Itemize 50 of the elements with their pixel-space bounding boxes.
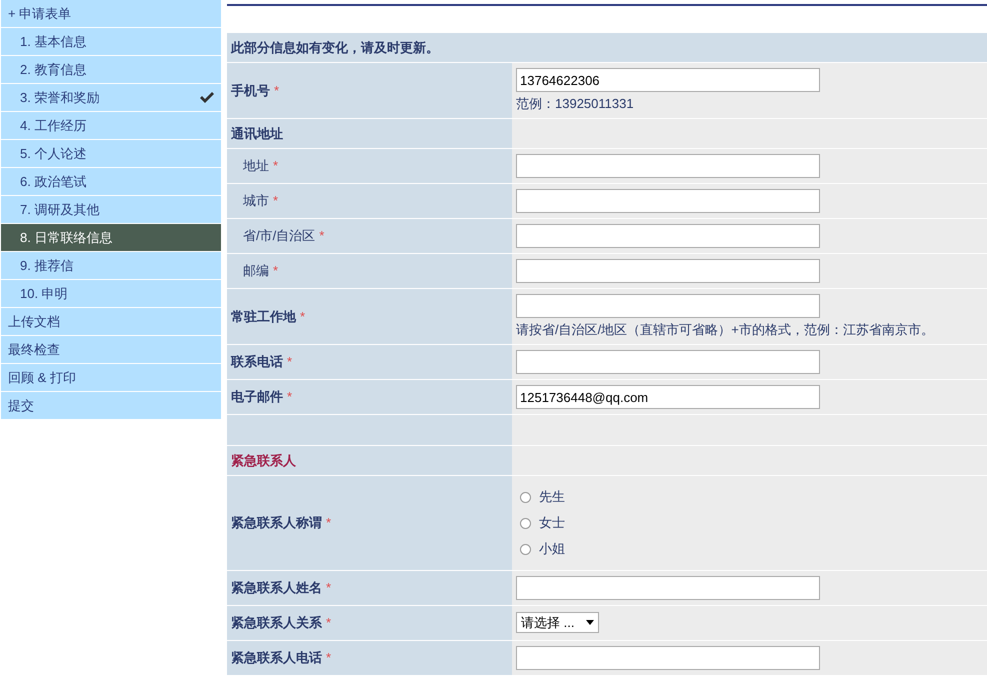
sidebar-item[interactable]: 回顾 & 打印 (1, 364, 221, 392)
field-label: 常驻工作地 * (231, 308, 306, 326)
radio-button[interactable] (520, 518, 531, 528)
text-field[interactable]: 13764622306 (516, 68, 820, 92)
sidebar-item[interactable]: 3. 荣誉和奖励 (1, 84, 221, 112)
field-label: 紧急联系人电话 * (231, 648, 332, 666)
radio-label: 先生 (539, 488, 565, 506)
sidebar-item[interactable]: 6. 政治笔试 (1, 168, 221, 196)
text-field[interactable] (516, 350, 820, 374)
field-label: 省/市/自治区 * (243, 227, 324, 245)
field-label: 地址 * (243, 157, 278, 175)
notice-text: 此部分信息如有变化，请及时更新。 (227, 33, 987, 63)
relation-dropdown[interactable]: 请选择 ... (516, 612, 599, 634)
radio-button[interactable] (520, 492, 531, 502)
field-label: 紧急联系人姓名 * (231, 579, 332, 597)
text-field[interactable] (516, 154, 820, 178)
sidebar-item[interactable]: 1. 基本信息 (1, 28, 221, 56)
sidebar-item[interactable]: 9. 推荐信 (1, 252, 221, 280)
sidebar-item[interactable]: 8. 日常联络信息 (1, 224, 221, 252)
text-field[interactable]: 1251736448@qq.com (516, 385, 820, 409)
radio-label: 女士 (539, 514, 565, 532)
caret-icon (586, 620, 594, 626)
text-field[interactable] (516, 259, 820, 283)
field-label: 紧急联系人称谓 * (231, 514, 332, 532)
radio-label: 小姐 (539, 540, 565, 558)
hint-text: 请按省/自治区/地区（直辖市可省略）+市的格式，范例：江苏省南京市。 (516, 321, 935, 339)
sidebar-item[interactable]: 10. 申明 (1, 280, 221, 308)
sidebar-item[interactable]: 提交 (1, 392, 221, 420)
hint-text: 范例：13925011331 (516, 95, 635, 113)
field-label: 邮编 * (243, 262, 278, 280)
sidebar-item[interactable]: + 申请表单 (1, 0, 221, 28)
text-field[interactable] (516, 646, 820, 670)
field-label: 紧急联系人 (231, 452, 296, 470)
text-field[interactable] (516, 294, 820, 318)
sidebar-item[interactable]: 4. 工作经历 (1, 112, 221, 140)
sidebar-item[interactable]: 5. 个人论述 (1, 140, 221, 168)
sidebar-item[interactable]: 最终检查 (1, 336, 221, 364)
field-label: 电子邮件 * (231, 388, 292, 406)
field-label: 联系电话 * (231, 353, 292, 371)
field-label: 城市 * (243, 192, 278, 210)
text-field[interactable] (516, 189, 820, 213)
field-label: 通讯地址 (231, 124, 283, 142)
sidebar-item[interactable]: 2. 教育信息 (1, 56, 221, 84)
field-label: 紧急联系人关系 * (231, 614, 332, 632)
text-field[interactable] (516, 224, 820, 248)
text-field[interactable] (516, 576, 820, 600)
field-label: 手机号 * (231, 82, 280, 100)
sidebar-item[interactable]: 7. 调研及其他 (1, 196, 221, 224)
sidebar-item[interactable]: 上传文档 (1, 308, 221, 336)
radio-button[interactable] (520, 544, 531, 554)
